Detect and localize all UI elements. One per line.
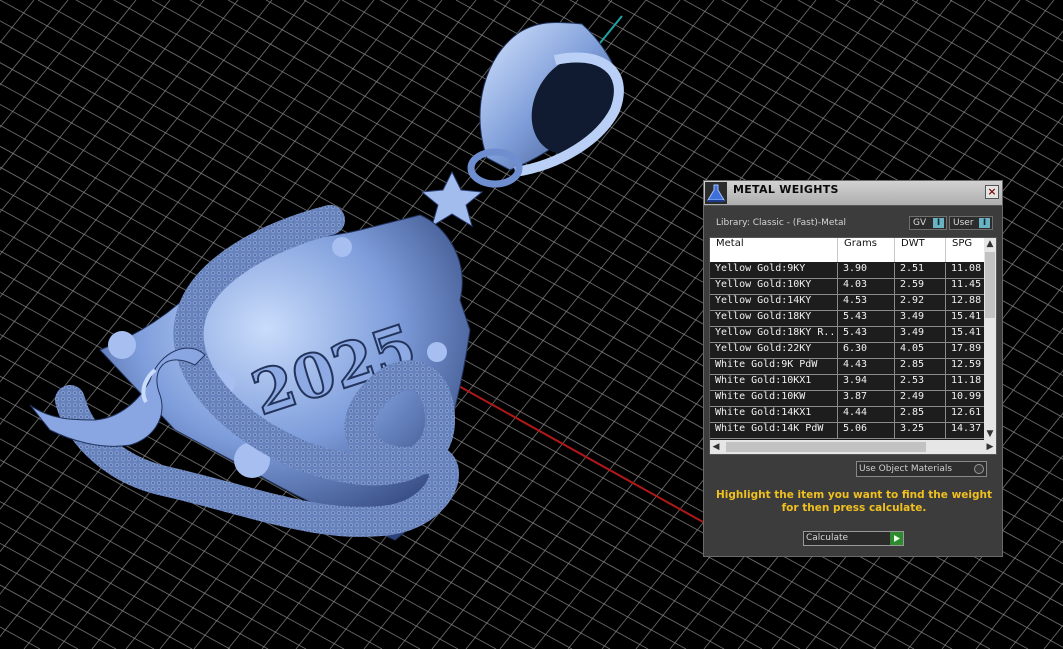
play-arrow-icon [890,532,903,545]
table-row[interactable]: White Gold:14KX1 4.44 2.85 12.61 [710,407,986,423]
horizontal-scrollbar[interactable]: ◀ ▶ [710,440,996,454]
horizontal-scroll-thumb[interactable] [726,442,926,452]
table-row[interactable]: Yellow Gold:22KY 6.30 4.05 17.89 [710,343,986,359]
cell-spg: 17.89 [946,343,986,358]
cell-metal: Yellow Gold:18KY R... [710,327,838,342]
table-row[interactable]: White Gold:10KX1 3.94 2.53 11.18 [710,375,986,391]
flask-icon [705,182,727,204]
instruction-text: Highlight the item you want to find the … [716,489,992,514]
cell-grams: 5.43 [838,327,895,342]
cell-dwt: 2.59 [895,279,946,294]
table-row[interactable]: Yellow Gold:14KY 4.53 2.92 12.88 [710,295,986,311]
cell-spg: 11.18 [946,375,986,390]
cell-grams: 4.44 [838,407,895,422]
use-object-materials-option[interactable]: Use Object Materials [856,461,987,477]
user-toggle-label: User [953,218,974,228]
gv-toggle-label: GV [913,218,927,228]
cell-dwt: 2.51 [895,263,946,278]
vertical-scroll-thumb[interactable] [985,252,995,318]
cell-spg: 12.88 [946,295,986,310]
cell-metal: Yellow Gold:18KY [710,311,838,326]
column-header-dwt[interactable]: DWT [895,238,946,262]
cell-metal: Yellow Gold:9KY [710,263,838,278]
cell-dwt: 2.49 [895,391,946,406]
cell-metal: White Gold:10KX1 [710,375,838,390]
use-object-materials-label: Use Object Materials [859,464,953,474]
cell-dwt: 3.49 [895,327,946,342]
cell-grams: 4.03 [838,279,895,294]
cell-grams: 4.43 [838,359,895,374]
column-header-metal[interactable]: Metal [710,238,838,262]
gv-toggle-indicator: I [933,218,944,228]
radio-icon[interactable] [974,464,984,474]
cell-grams: 3.94 [838,375,895,390]
table-row[interactable]: White Gold:10KW 3.87 2.49 10.99 [710,391,986,407]
table-row[interactable]: Yellow Gold:9KY 3.90 2.51 11.08 [710,263,986,279]
column-header-grams[interactable]: Grams [838,238,895,262]
calculate-label: Calculate [806,533,849,543]
cell-grams: 3.90 [838,263,895,278]
cell-metal: White Gold:14K PdW [710,423,838,438]
cell-grams: 5.06 [838,423,895,438]
table-row[interactable]: Yellow Gold:10KY 4.03 2.59 11.45 [710,279,986,295]
cell-spg: 15.41 [946,327,986,342]
cell-metal: Yellow Gold:22KY [710,343,838,358]
cell-dwt: 2.92 [895,295,946,310]
gv-toggle[interactable]: GV I [909,216,947,230]
scroll-up-icon[interactable]: ▲ [984,238,996,250]
metal-table: Metal Grams DWT SPG Yellow Gold:9KY 3.90 2… [709,237,997,455]
table-row[interactable]: Yellow Gold:18KY 5.43 3.49 15.41 [710,311,986,327]
panel-titlebar[interactable]: METAL WEIGHTS × [704,181,1002,206]
calculate-button[interactable]: Calculate [803,531,904,546]
cell-spg: 12.59 [946,359,986,374]
table-body: Yellow Gold:9KY 3.90 2.51 11.08 Yellow Gold:… [710,263,986,439]
table-header: Metal Grams DWT SPG [710,238,984,262]
panel-title: METAL WEIGHTS [733,183,839,196]
cell-spg: 11.08 [946,263,986,278]
cell-spg: 12.61 [946,407,986,422]
cell-grams: 4.53 [838,295,895,310]
metal-weights-panel: METAL WEIGHTS × Library: Classic - (Fast… [703,180,1003,557]
column-header-spg[interactable]: SPG [946,238,986,262]
cell-spg: 14.37 [946,423,986,438]
table-row[interactable]: White Gold:14K PdW 5.06 3.25 14.37 [710,423,986,439]
cell-grams: 3.87 [838,391,895,406]
cell-dwt: 2.85 [895,407,946,422]
scroll-right-icon[interactable]: ▶ [984,440,996,454]
cell-metal: Yellow Gold:14KY [710,295,838,310]
scroll-down-icon[interactable]: ▼ [984,428,996,440]
user-toggle-indicator: I [979,218,990,228]
cell-metal: Yellow Gold:10KY [710,279,838,294]
cell-metal: White Gold:9K PdW [710,359,838,374]
cell-dwt: 3.25 [895,423,946,438]
cell-metal: White Gold:10KW [710,391,838,406]
cell-dwt: 3.49 [895,311,946,326]
cell-metal: White Gold:14KX1 [710,407,838,422]
cell-spg: 11.45 [946,279,986,294]
cell-spg: 10.99 [946,391,986,406]
cell-dwt: 4.05 [895,343,946,358]
library-label: Library: Classic - (Fast)-Metal [716,218,847,228]
table-row[interactable]: White Gold:9K PdW 4.43 2.85 12.59 [710,359,986,375]
cell-grams: 6.30 [838,343,895,358]
cell-dwt: 2.85 [895,359,946,374]
user-toggle[interactable]: User I [949,216,993,230]
table-row[interactable]: Yellow Gold:18KY R... 5.43 3.49 15.41 [710,327,986,343]
cell-grams: 5.43 [838,311,895,326]
cell-spg: 15.41 [946,311,986,326]
vertical-scrollbar[interactable]: ▲ ▼ [984,238,996,440]
pendant-model[interactable]: 2025 [29,22,636,541]
close-button[interactable]: × [985,185,999,199]
scroll-left-icon[interactable]: ◀ [710,440,722,454]
cell-dwt: 2.53 [895,375,946,390]
